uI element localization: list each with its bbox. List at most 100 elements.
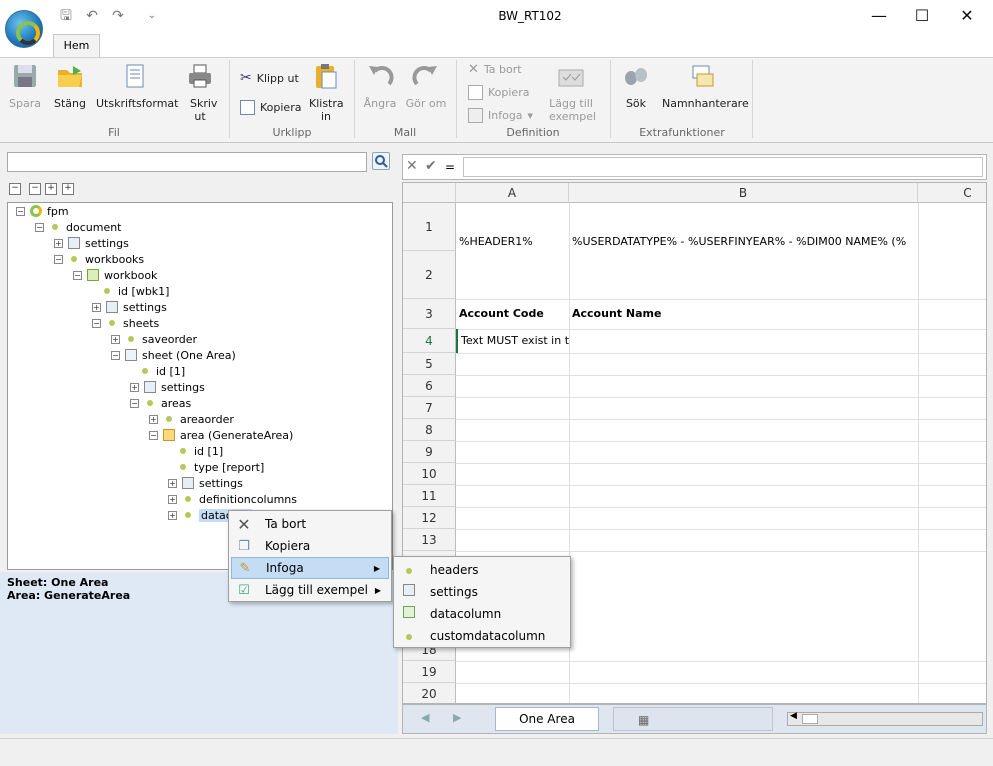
column-header-c[interactable]: C	[918, 183, 986, 203]
tree-node-fpm[interactable]: − fpm	[16, 203, 69, 219]
klipp-ut-button[interactable]: ✂ Klipp ut	[240, 70, 299, 86]
tree-node-areas[interactable]: − areas	[130, 395, 191, 411]
scroll-right-icon[interactable]: ▶	[453, 711, 461, 724]
expand-icon[interactable]: +	[149, 414, 158, 424]
row-header[interactable]: 19	[403, 661, 456, 683]
horizontal-scrollbar[interactable]: ◀	[787, 711, 983, 726]
row-header[interactable]: 7	[403, 397, 456, 419]
row-header[interactable]: 6	[403, 375, 456, 397]
search-input[interactable]	[7, 152, 367, 172]
collapse-icon[interactable]: −	[35, 222, 44, 232]
cell-a4[interactable]: Text MUST exist in th	[456, 329, 569, 353]
collapse-icon[interactable]: −	[54, 254, 63, 264]
expand-icon[interactable]: +	[45, 183, 57, 195]
expand-icon[interactable]: +	[168, 494, 177, 504]
customize-quickaccess-icon[interactable]: ⌄	[144, 8, 160, 24]
tree-node-saveorder[interactable]: + saveorder	[111, 331, 197, 347]
tree-node-id[interactable]: id [1]	[130, 363, 185, 379]
klistra-in-button[interactable]: Klistra in	[306, 62, 346, 123]
ta-bort-button[interactable]: ✕ Ta bort	[468, 62, 522, 77]
row-header[interactable]: 8	[403, 419, 456, 441]
tree-node-definitioncolumns[interactable]: + definitioncolumns	[168, 491, 297, 507]
row-header[interactable]: 2	[403, 251, 456, 299]
cell-a3[interactable]: Account Code	[459, 307, 544, 320]
collapse-icon[interactable]: −	[111, 350, 120, 360]
angra-button[interactable]: Ångra	[360, 62, 400, 110]
accept-icon[interactable]: ✔	[425, 158, 437, 174]
tree-node-areaorder[interactable]: + areaorder	[149, 411, 234, 427]
menu-item-kopiera[interactable]: ❐ Kopiera	[231, 535, 389, 557]
row-header[interactable]: 12	[403, 507, 456, 529]
minimize-button[interactable]: —	[856, 0, 902, 32]
sheet-tab-one-area[interactable]: One Area	[495, 707, 599, 731]
cell-b2[interactable]: %USERDATATYPE% - %USERFINYEAR% - %DIM00 …	[572, 235, 918, 248]
tree-node-type[interactable]: type [report]	[168, 459, 264, 475]
collapse-icon[interactable]: −	[16, 206, 25, 216]
row-header[interactable]: 10	[403, 463, 456, 485]
tree-node-area[interactable]: − area (GenerateArea)	[149, 427, 293, 443]
tree-node-settings[interactable]: + settings	[168, 475, 243, 491]
collapse-icon[interactable]: −	[29, 183, 41, 195]
save-icon[interactable]: 🖫	[58, 8, 74, 24]
tree-node-id[interactable]: id [1]	[168, 443, 223, 459]
def-kopiera-button[interactable]: Kopiera	[468, 85, 529, 100]
tab-hem[interactable]: Hem	[53, 34, 100, 58]
tree-node-settings[interactable]: + settings	[130, 379, 205, 395]
spara-button[interactable]: Spara	[6, 62, 44, 110]
select-all-corner[interactable]	[403, 183, 456, 203]
collapse-icon[interactable]: −	[92, 318, 101, 328]
collapse-icon[interactable]: −	[73, 270, 82, 280]
row-header[interactable]: 5	[403, 353, 456, 375]
expand-icon[interactable]: +	[54, 238, 63, 248]
expand-icon[interactable]: +	[168, 510, 177, 520]
submenu-item-customdatacolumn[interactable]: customdatacolumn	[396, 625, 568, 647]
row-header[interactable]: 11	[403, 485, 456, 507]
tree-node-sheets[interactable]: − sheets	[92, 315, 159, 331]
maximize-button[interactable]: ☐	[899, 0, 945, 32]
menu-item-infoga[interactable]: ✎ Infoga ▶	[231, 557, 389, 579]
formula-input[interactable]	[463, 157, 983, 177]
app-menu-button[interactable]	[5, 10, 43, 48]
tree-node-workbook[interactable]: − workbook	[73, 267, 157, 283]
close-button[interactable]: ✕	[944, 0, 990, 32]
lagg-till-exempel-button[interactable]: Lägg till exempel	[544, 62, 598, 123]
submenu-item-headers[interactable]: headers	[396, 559, 568, 581]
search-button[interactable]	[372, 152, 390, 170]
expand-icon[interactable]: +	[92, 302, 101, 312]
tree-node-workbooks[interactable]: − workbooks	[54, 251, 144, 267]
row-header-active[interactable]: 4	[403, 329, 456, 353]
collapse-icon[interactable]: −	[149, 430, 158, 440]
row-header[interactable]: 3	[403, 299, 456, 329]
submenu-item-settings[interactable]: settings	[396, 581, 568, 603]
kopiera-button[interactable]: Kopiera	[240, 100, 301, 115]
redo-icon[interactable]: ↷	[110, 8, 126, 24]
scroll-left-icon[interactable]: ◀	[790, 711, 797, 721]
cell-b3[interactable]: Account Name	[572, 307, 661, 320]
undo-icon[interactable]: ↶	[84, 8, 100, 24]
expand-all-icon[interactable]: +	[62, 183, 74, 195]
row-header[interactable]: 1	[403, 203, 456, 251]
cell-a2[interactable]: %HEADER1%	[459, 235, 533, 248]
expand-icon[interactable]: +	[168, 478, 177, 488]
menu-item-lagg-till-exempel[interactable]: ☑ Lägg till exempel ▶	[231, 579, 389, 601]
tree-node-settings[interactable]: + settings	[54, 235, 129, 251]
namnhanterare-button[interactable]: Namnhanterare	[662, 62, 749, 110]
collapse-icon[interactable]: −	[130, 398, 139, 408]
tree-node-id[interactable]: id [wbk1]	[92, 283, 169, 299]
sok-button[interactable]: Sök	[618, 62, 654, 110]
stang-button[interactable]: Stäng	[50, 62, 90, 110]
tree-node-document[interactable]: − document	[35, 219, 122, 235]
row-header[interactable]: 9	[403, 441, 456, 463]
cancel-icon[interactable]: ✕	[406, 158, 418, 174]
column-header-b[interactable]: B	[569, 183, 918, 203]
tree-node-settings[interactable]: + settings	[92, 299, 167, 315]
submenu-item-datacolumn[interactable]: datacolumn	[396, 603, 568, 625]
utskriftsformat-button[interactable]: Utskriftsformat	[96, 62, 178, 110]
skriv-ut-button[interactable]: Skriv ut	[182, 62, 218, 123]
column-header-a[interactable]: A	[456, 183, 569, 203]
gor-om-button[interactable]: Gör om	[404, 62, 448, 110]
row-header[interactable]: 20	[403, 683, 456, 703]
row-header[interactable]: 13	[403, 529, 456, 551]
scroll-left-icon[interactable]: ◀	[421, 711, 429, 724]
expand-icon[interactable]: +	[111, 334, 120, 344]
